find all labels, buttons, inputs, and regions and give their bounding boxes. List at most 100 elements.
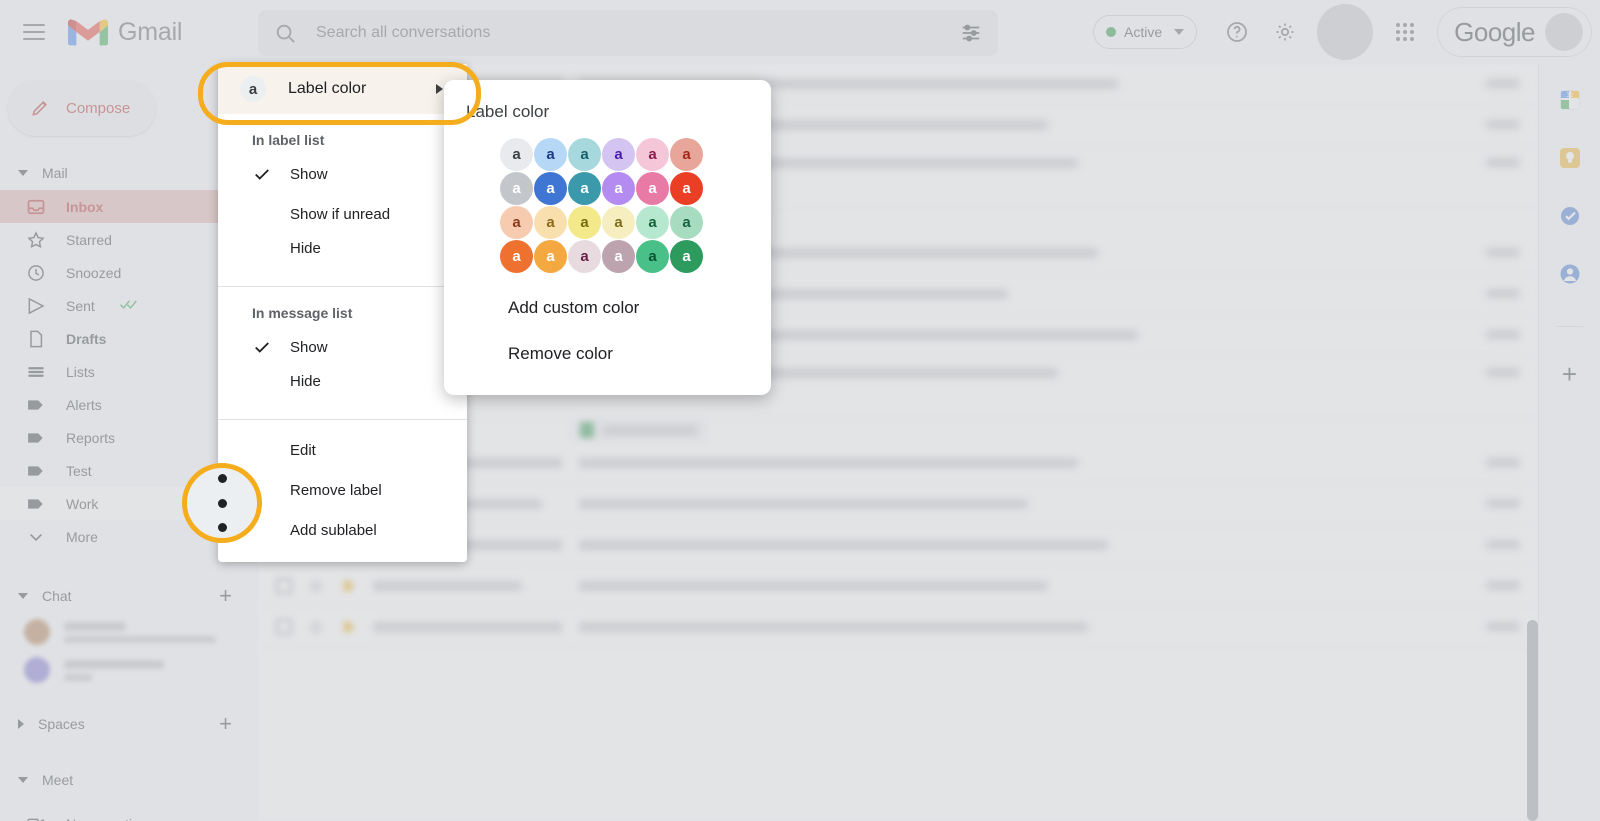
chat-contact-row[interactable] — [0, 613, 258, 651]
search-bar[interactable]: Search all conversations — [258, 10, 998, 56]
color-swatch-17[interactable]: a — [670, 206, 703, 239]
pencil-icon — [30, 98, 50, 118]
menu-item-edit[interactable]: Edit — [218, 430, 467, 470]
check-icon — [252, 164, 272, 184]
star-icon[interactable] — [308, 578, 324, 594]
color-swatch-5[interactable]: a — [670, 138, 703, 171]
sidebar-item-inbox[interactable]: Inbox — [0, 190, 242, 223]
color-swatch-3[interactable]: a — [602, 138, 635, 171]
star-icon[interactable] — [308, 619, 324, 635]
gmail-brand[interactable]: Gmail — [68, 17, 182, 47]
color-swatch-0[interactable]: a — [500, 138, 533, 171]
row-date — [1482, 77, 1538, 91]
account-avatar[interactable] — [1545, 13, 1583, 51]
table-row[interactable] — [258, 607, 1538, 648]
row-date — [1482, 579, 1538, 593]
color-swatch-4[interactable]: a — [636, 138, 669, 171]
row-sender — [372, 620, 562, 635]
add-addon-plus-icon[interactable]: + — [1562, 361, 1577, 387]
add-custom-color-button[interactable]: Add custom color — [444, 285, 771, 331]
status-chip-active[interactable]: Active — [1093, 15, 1197, 49]
important-marker-icon[interactable] — [340, 619, 356, 635]
search-input-placeholder[interactable]: Search all conversations — [316, 24, 960, 42]
row-date — [1482, 118, 1538, 132]
menu-item-label-list-show[interactable]: Show — [218, 154, 467, 194]
color-swatch-1[interactable]: a — [534, 138, 567, 171]
video-plus-icon — [26, 814, 46, 821]
color-swatch-13[interactable]: a — [534, 206, 567, 239]
row-checkbox[interactable] — [276, 619, 292, 635]
table-row[interactable] — [258, 566, 1538, 607]
avatar[interactable] — [1317, 4, 1373, 60]
color-swatch-2[interactable]: a — [568, 138, 601, 171]
menu-item-label-list-hide[interactable]: Hide — [218, 234, 467, 274]
row-checkbox[interactable] — [276, 578, 292, 594]
list-scrollbar[interactable] — [1527, 620, 1538, 821]
sidebar-section-chat[interactable]: Chat + — [0, 579, 258, 613]
search-options-icon[interactable] — [960, 22, 982, 44]
color-swatch-23[interactable]: a — [670, 240, 703, 273]
settings-button[interactable] — [1263, 10, 1307, 54]
color-swatch-7[interactable]: a — [534, 172, 567, 205]
menu-item-label: Show if unread — [290, 206, 390, 223]
calendar-icon[interactable]: 31 — [1558, 88, 1582, 112]
sidebar-item-alerts[interactable]: Alerts — [0, 388, 242, 421]
color-swatch-11[interactable]: a — [670, 172, 703, 205]
color-swatch-18[interactable]: a — [500, 240, 533, 273]
sidebar-item-snoozed[interactable]: Snoozed — [0, 256, 242, 289]
color-swatch-20[interactable]: a — [568, 240, 601, 273]
rail-divider — [1557, 326, 1583, 327]
sidebar-section-label: Meet — [42, 772, 73, 788]
chevron-right-icon — [436, 84, 443, 94]
sidebar-section-spaces[interactable]: Spaces + — [0, 707, 258, 741]
sidebar-item-label: Work — [66, 496, 98, 512]
color-palette-grid[interactable]: aaaaaaaaaaaaaaaaaaaaaaaa — [444, 138, 771, 273]
sidebar-section-meet[interactable]: Meet — [0, 763, 258, 797]
sidebar-item-label: Snoozed — [66, 265, 121, 281]
color-swatch-8[interactable]: a — [568, 172, 601, 205]
sidebar-item-drafts[interactable]: Drafts — [0, 322, 242, 355]
keep-notes-icon[interactable] — [1558, 146, 1582, 170]
label-color-menu-row[interactable]: a Label color — [218, 64, 467, 114]
overflow-dots-icon[interactable] — [215, 474, 229, 532]
add-chat-icon[interactable]: + — [219, 585, 232, 607]
sidebar-item-label: Drafts — [66, 331, 106, 347]
google-account-pill[interactable]: Google — [1437, 7, 1592, 57]
add-space-icon[interactable]: + — [219, 713, 232, 735]
hamburger-menu-icon[interactable] — [10, 8, 58, 56]
gmail-app-window: Gmail Search all conversations Active — [0, 0, 1600, 821]
important-marker-icon[interactable] — [340, 578, 356, 594]
color-swatch-15[interactable]: a — [602, 206, 635, 239]
chat-contact-name — [64, 660, 164, 669]
gmail-logo-icon — [68, 17, 108, 47]
color-swatch-6[interactable]: a — [500, 172, 533, 205]
menu-item-message-list-show[interactable]: Show — [218, 327, 467, 367]
color-swatch-12[interactable]: a — [500, 206, 533, 239]
sidebar-item-label: Test — [66, 463, 92, 479]
color-swatch-10[interactable]: a — [636, 172, 669, 205]
sidebar-item-new-meeting[interactable]: New meeting — [0, 807, 242, 821]
menu-item-label-list-show-if-unread[interactable]: Show if unread — [218, 194, 467, 234]
color-swatch-14[interactable]: a — [568, 206, 601, 239]
label-color-submenu[interactable]: Label color aaaaaaaaaaaaaaaaaaaaaaaa Add… — [444, 80, 771, 395]
help-circle-icon — [1225, 20, 1249, 44]
sidebar-item-reports[interactable]: Reports — [0, 421, 242, 454]
google-apps-button[interactable] — [1383, 10, 1427, 54]
row-date — [1482, 456, 1538, 470]
chat-contact-row[interactable] — [0, 651, 258, 689]
color-swatch-21[interactable]: a — [602, 240, 635, 273]
color-swatch-9[interactable]: a — [602, 172, 635, 205]
color-swatch-19[interactable]: a — [534, 240, 567, 273]
contacts-icon[interactable] — [1558, 262, 1582, 286]
menu-item-message-list-hide[interactable]: Hide — [218, 367, 467, 407]
color-swatch-22[interactable]: a — [636, 240, 669, 273]
compose-button[interactable]: Compose — [8, 80, 156, 136]
sidebar-item-lists[interactable]: Lists — [0, 355, 242, 388]
color-swatch-16[interactable]: a — [636, 206, 669, 239]
help-button[interactable] — [1215, 10, 1259, 54]
avatar — [24, 657, 50, 683]
tasks-icon[interactable] — [1558, 204, 1582, 228]
sidebar-item-starred[interactable]: Starred — [0, 223, 242, 256]
sidebar-item-sent[interactable]: Sent — [0, 289, 242, 322]
remove-color-button[interactable]: Remove color — [444, 331, 771, 377]
